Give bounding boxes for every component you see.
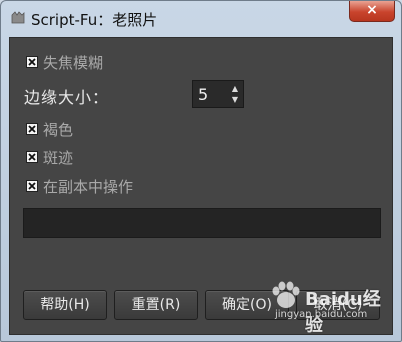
checkmark-icon <box>28 125 36 133</box>
spin-up-icon[interactable]: ▲ <box>229 83 241 94</box>
sepia-checkbox[interactable] <box>26 123 38 135</box>
baidu-paw-icon <box>272 281 300 308</box>
title-bar[interactable]: Script-Fu：老照片 × <box>1 1 401 37</box>
help-button[interactable]: 帮助(H) <box>23 290 107 320</box>
spin-down-icon[interactable]: ▼ <box>229 94 241 105</box>
window-title: Script-Fu：老照片 <box>31 11 158 29</box>
watermark-url: jingyan.baidu.com <box>275 309 368 320</box>
sepia-label: 褐色 <box>43 120 74 139</box>
reset-button[interactable]: 重置(R) <box>114 290 198 320</box>
progress-bar <box>23 208 381 238</box>
border-size-label: 边缘大小： <box>24 88 110 107</box>
close-button[interactable]: × <box>349 1 395 22</box>
border-size-spinner[interactable]: 5 ▲ ▼ <box>192 80 244 108</box>
border-size-value[interactable]: 5 <box>198 85 208 104</box>
work-on-copy-label: 在副本中操作 <box>43 177 134 196</box>
work-on-copy-option[interactable]: 在副本中操作 <box>26 177 134 196</box>
script-fu-dialog: Script-Fu：老照片 × 失焦模糊 边缘大小： 5 ▲ ▼ 褐色 斑迹 在… <box>0 0 402 342</box>
gimp-app-icon <box>9 9 27 27</box>
checkmark-icon <box>28 182 36 190</box>
baidu-jingyan-watermark: Baidu经验 jingyan.baidu.com <box>267 281 387 336</box>
checkmark-icon <box>28 153 36 161</box>
checkmark-icon <box>28 58 36 66</box>
mottle-label: 斑迹 <box>43 148 74 167</box>
defocus-checkbox[interactable] <box>26 56 38 68</box>
mottle-option[interactable]: 斑迹 <box>26 148 74 167</box>
mottle-checkbox[interactable] <box>26 151 38 163</box>
defocus-label: 失焦模糊 <box>43 53 104 72</box>
work-on-copy-checkbox[interactable] <box>26 180 38 192</box>
defocus-option[interactable]: 失焦模糊 <box>26 53 104 72</box>
sepia-option[interactable]: 褐色 <box>26 120 74 139</box>
